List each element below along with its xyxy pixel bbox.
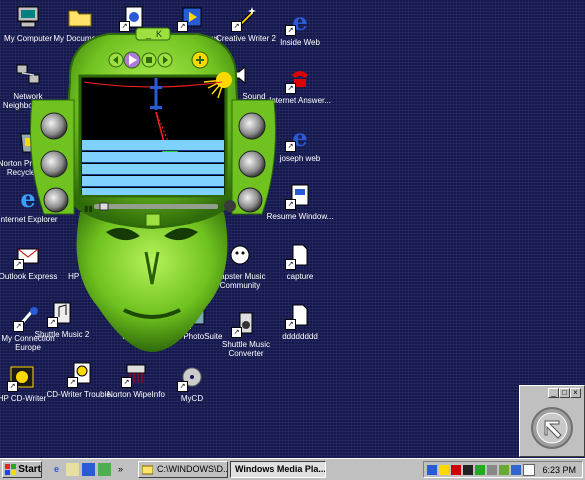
tray-icon-5[interactable] <box>475 464 485 475</box>
minimize-button[interactable]: _ <box>548 388 559 398</box>
tray-icon-4[interactable] <box>463 464 473 475</box>
capture-file-icon: ↗ <box>285 240 315 270</box>
desktop-quicklaunch-icon[interactable] <box>82 463 95 476</box>
tray-icon-2[interactable] <box>439 464 449 475</box>
task-windows-media-player[interactable]: Windows Media Pla... <box>230 461 326 478</box>
telephone-icon: ↗ <box>285 64 315 94</box>
cd-writer-icon: ↗ <box>7 362 37 392</box>
tray-icon-8[interactable] <box>511 464 521 475</box>
quick-launch: e » <box>50 463 127 476</box>
left-speaker-pod <box>30 99 75 215</box>
mycd-icon[interactable]: ↗ MyCD <box>156 362 228 403</box>
volume-knob <box>224 200 236 212</box>
seek-bar[interactable] <box>94 202 218 211</box>
channels-quicklaunch-icon[interactable] <box>98 463 111 476</box>
mini-window[interactable]: _ □ × <box>519 385 585 457</box>
right-speaker-pod <box>231 99 276 215</box>
visualization-screen <box>78 72 232 198</box>
taskbar: Start e » C:\WINDOWS\D... Windows Media … <box>0 458 585 480</box>
more-quicklaunch-icon[interactable]: » <box>114 463 127 476</box>
clock: 6:23 PM <box>542 464 576 475</box>
start-button[interactable]: Start <box>2 461 42 478</box>
close-glyph: K <box>156 29 162 39</box>
tray-icon-7[interactable] <box>499 464 509 475</box>
eq-glyph: ▮▮ <box>84 204 93 213</box>
minimize-glyph: _ <box>145 29 152 39</box>
folder-task-icon <box>142 465 153 475</box>
tray-icon-6[interactable] <box>487 464 497 475</box>
ie-quicklaunch-icon[interactable]: e <box>50 463 63 476</box>
system-tray: 6:23 PM <box>423 461 583 478</box>
restore-arrow-icon[interactable] <box>528 404 576 452</box>
media-player-skin[interactable]: _ K ▮▮ <box>28 22 278 362</box>
outlook-quicklaunch-icon[interactable] <box>66 463 79 476</box>
ie-joseph-icon: e ↗ <box>285 122 315 152</box>
maximize-button[interactable]: □ <box>559 388 570 398</box>
close-button[interactable]: × <box>570 388 581 398</box>
ie-web-icon: e ↗ <box>285 6 315 36</box>
trouble-doc-icon: ↗ <box>67 358 97 388</box>
volume-tray-icon[interactable] <box>523 463 535 476</box>
tray-icon-3[interactable] <box>451 464 461 475</box>
bottom-logo-button <box>145 213 161 227</box>
shredder-icon: ↗ <box>121 358 151 388</box>
resume-doc-icon: ↗ <box>285 180 315 210</box>
dddd-file-icon: ↗ <box>285 300 315 330</box>
windows-flag-icon <box>5 464 16 475</box>
tray-icon-1[interactable] <box>427 464 437 475</box>
task-windows-folder[interactable]: C:\WINDOWS\D... <box>138 461 228 478</box>
cd-disc-icon: ↗ <box>177 362 207 392</box>
